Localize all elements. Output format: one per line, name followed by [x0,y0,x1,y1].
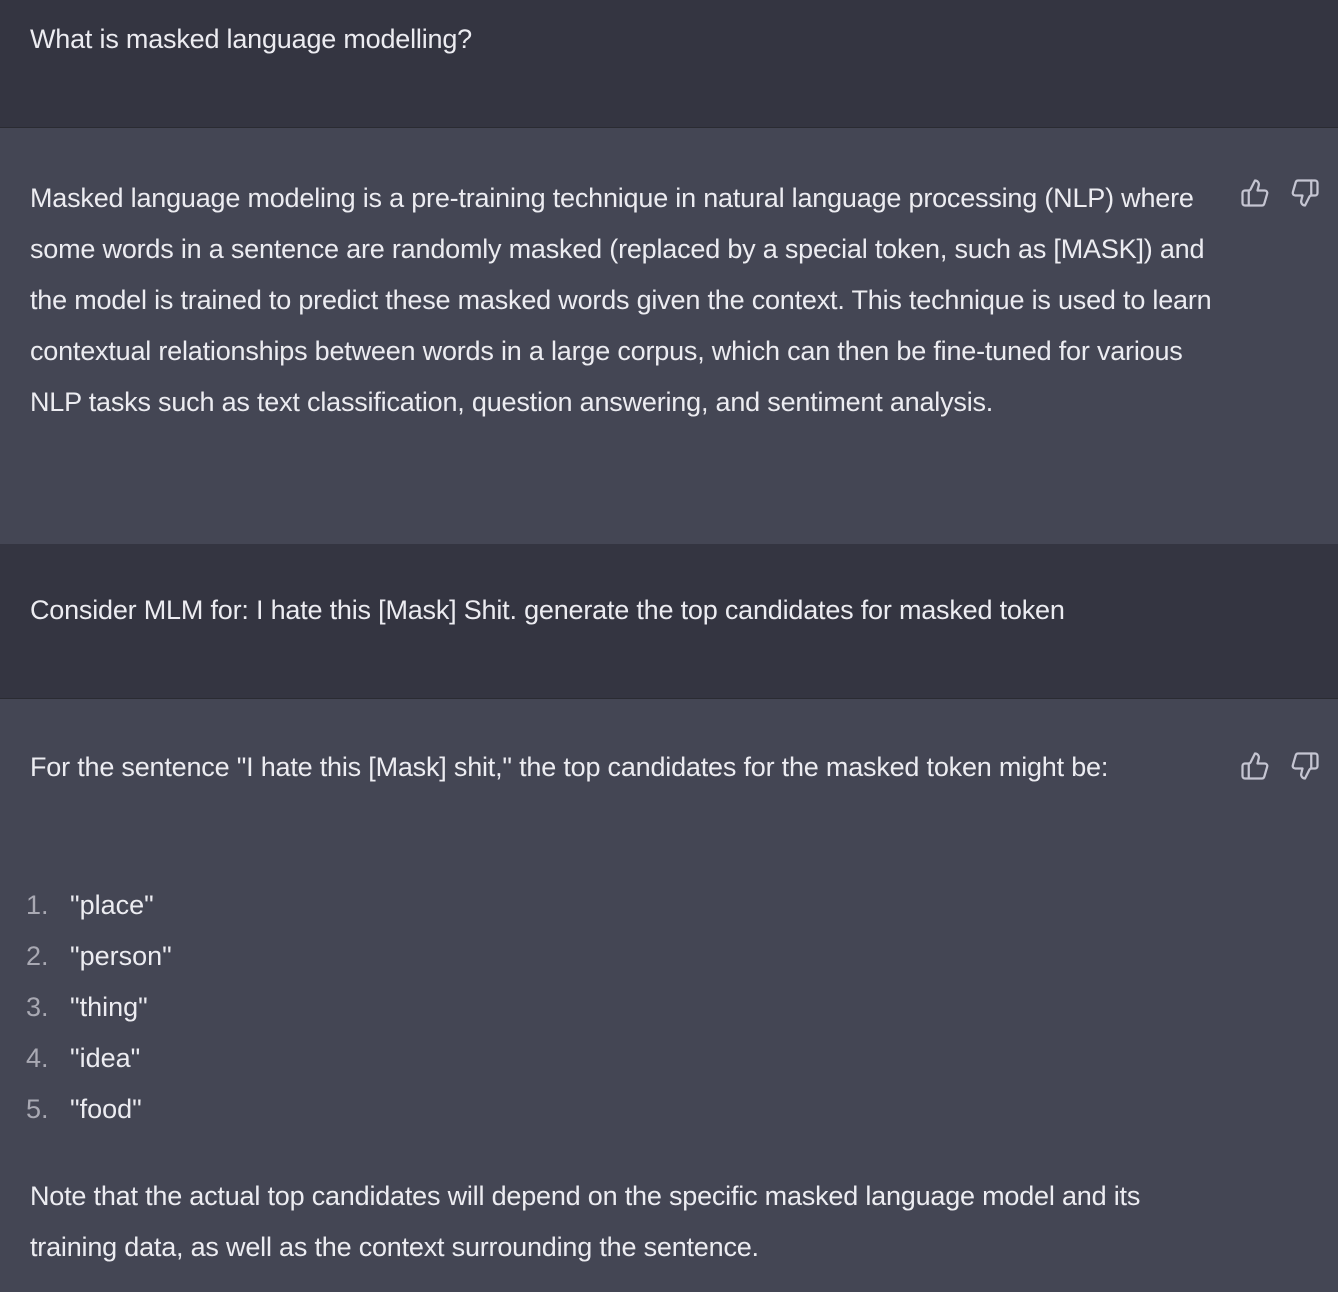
assistant-message-1: Masked language modeling is a pre-traini… [0,128,1338,544]
assistant-intro-text: For the sentence "I hate this [Mask] shi… [30,752,1109,782]
list-item-number: 2. [26,941,49,971]
list-item: 4. "idea" [26,1033,172,1084]
user-message-1: What is masked language modelling? [0,0,1338,128]
user-message-text: Consider MLM for: I hate this [Mask] Shi… [30,595,1065,625]
list-item-text: "food" [70,1094,142,1124]
assistant-message-text: Masked language modeling is a pre-traini… [30,183,1212,417]
list-item-number: 3. [26,992,49,1022]
user-message-2: Consider MLM for: I hate this [Mask] Shi… [0,544,1338,699]
thumbs-up-icon[interactable] [1240,178,1270,208]
list-item-text: "person" [70,941,172,971]
user-message-text: What is masked language modelling? [30,24,472,54]
list-item-text: "thing" [70,992,148,1022]
thumbs-down-icon[interactable] [1290,751,1320,781]
list-item-number: 5. [26,1094,49,1124]
candidate-list: 1. "place" 2. "person" 3. "thing" 4. "idea" … [26,880,172,1135]
list-item-number: 1. [26,890,49,920]
feedback-buttons [1240,751,1320,781]
list-item-text: "place" [70,890,154,920]
thumbs-down-icon[interactable] [1290,178,1320,208]
feedback-buttons [1240,178,1320,208]
list-item-text: "idea" [70,1043,141,1073]
thumbs-up-icon[interactable] [1240,751,1270,781]
list-item: 1. "place" [26,880,172,931]
assistant-outro-text: Note that the actual top candidates will… [30,1181,1141,1262]
list-item: 3. "thing" [26,982,172,1033]
list-item: 2. "person" [26,931,172,982]
list-item: 5. "food" [26,1084,172,1135]
assistant-message-2: For the sentence "I hate this [Mask] shi… [0,699,1338,1292]
list-item-number: 4. [26,1043,49,1073]
